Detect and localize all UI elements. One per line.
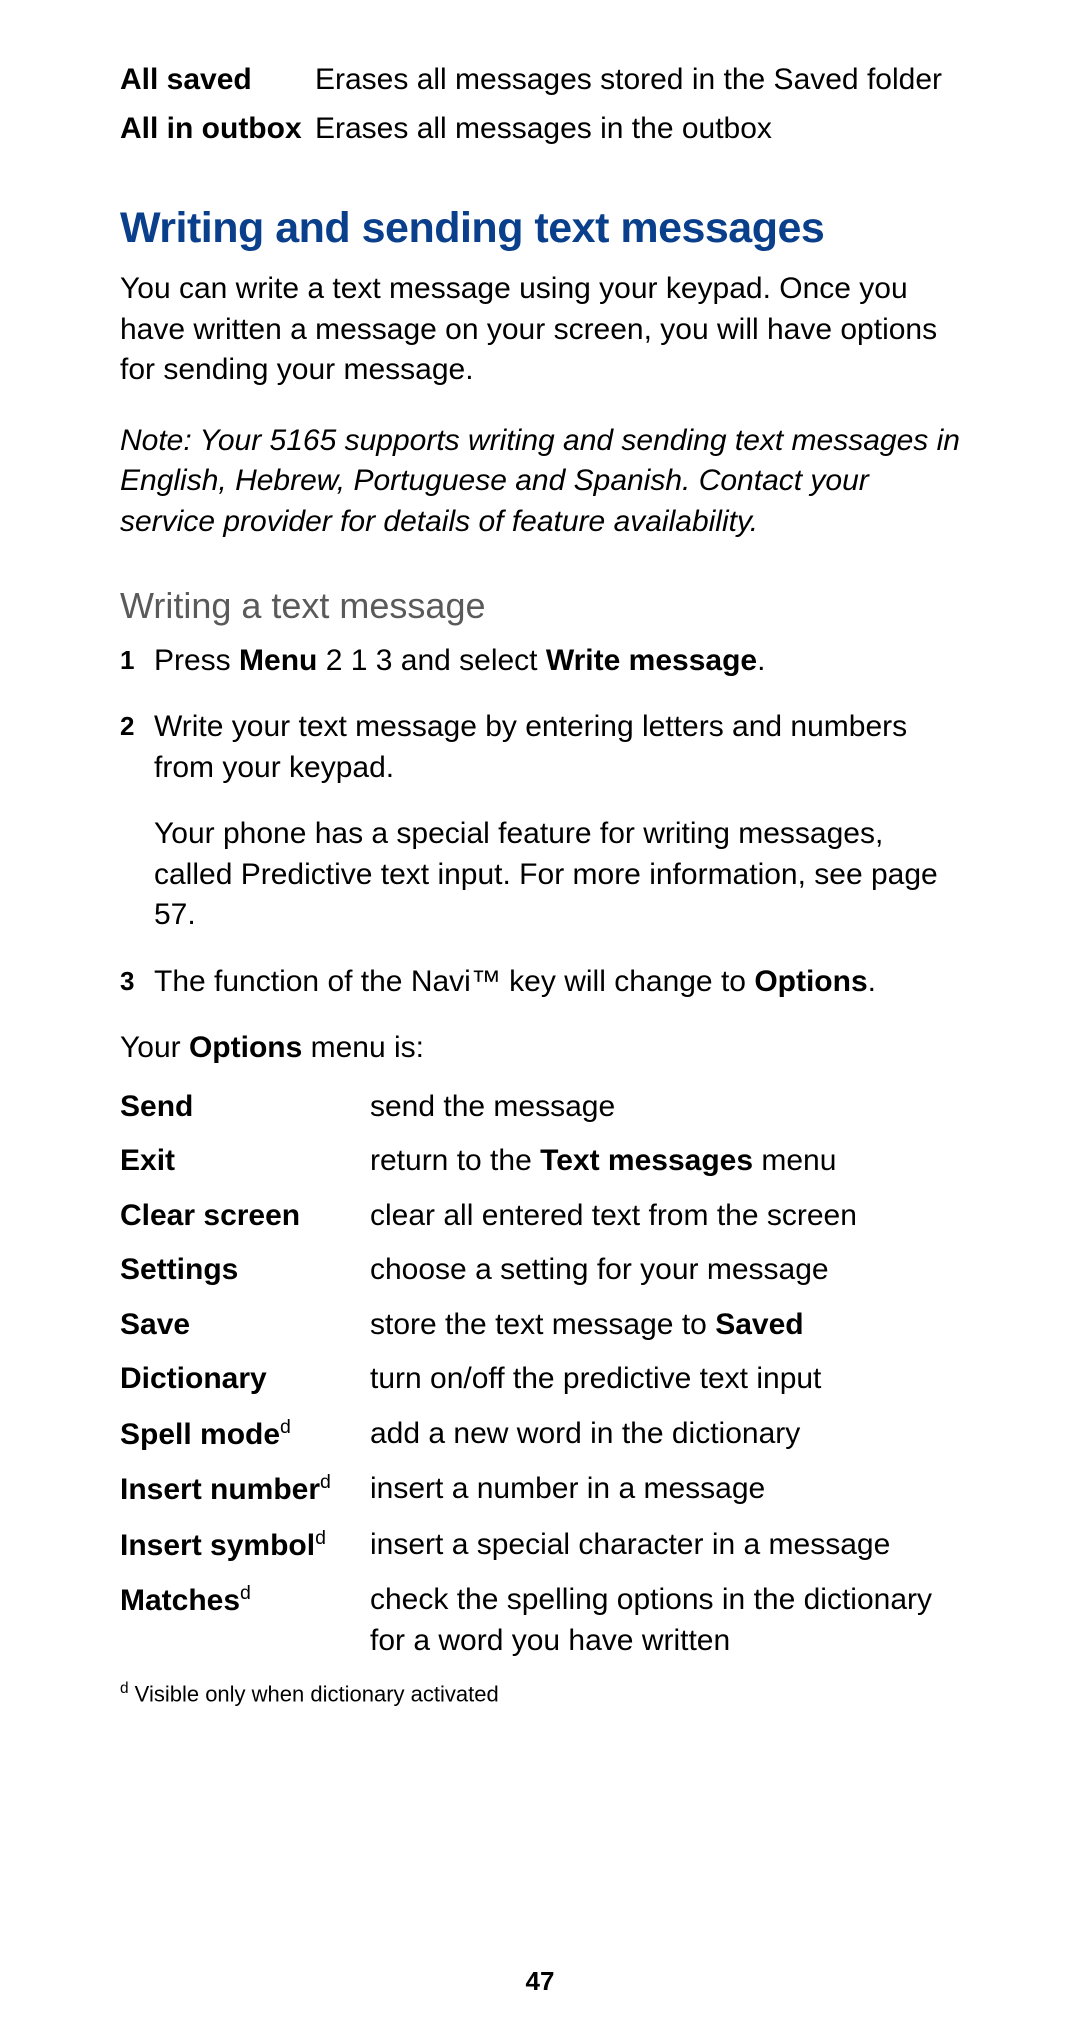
text: menu is: xyxy=(302,1031,424,1064)
bold-text: Options xyxy=(754,965,867,998)
option-row: Insert symboldinsert a special character… xyxy=(120,1525,970,1567)
subsection-heading: Writing a text message xyxy=(120,582,970,631)
option-desc: choose a setting for your message xyxy=(370,1250,970,1291)
bold-text: Text messages xyxy=(540,1144,753,1177)
text: insert a number in a message xyxy=(370,1472,765,1505)
step-2: 2 Write your text message by entering le… xyxy=(120,707,970,936)
option-row: Exit return to the Text messages menu xyxy=(120,1141,970,1182)
step-body: The function of the Navi™ key will chang… xyxy=(154,962,970,1003)
bold-text: Write message xyxy=(546,644,757,677)
section-heading: Writing and sending text messages xyxy=(120,199,970,257)
option-row: Matchesdcheck the spelling options in th… xyxy=(120,1580,970,1661)
text: return to the xyxy=(370,1144,540,1177)
step-body: Write your text message by entering lett… xyxy=(154,707,970,936)
option-desc: clear all entered text from the screen xyxy=(370,1196,970,1237)
text: Settings xyxy=(120,1253,238,1286)
option-desc: return to the Text messages menu xyxy=(370,1141,970,1182)
text: Send xyxy=(120,1090,193,1123)
text: Matches xyxy=(120,1584,240,1617)
option-desc: insert a number in a message xyxy=(370,1469,970,1510)
text: Clear screen xyxy=(120,1199,300,1232)
option-desc: turn on/off the predictive text input xyxy=(370,1359,970,1400)
option-desc: add a new word in the dictionary xyxy=(370,1414,970,1455)
option-label: Exit xyxy=(120,1141,370,1182)
text: Insert number xyxy=(120,1473,320,1506)
footnote: d Visible only when dictionary activated xyxy=(120,1679,970,1709)
option-label: Save xyxy=(120,1305,370,1346)
text: Press xyxy=(154,644,239,677)
option-row: Dictionary turn on/off the predictive tex… xyxy=(120,1359,970,1400)
top-desc: Erases all messages in the outbox xyxy=(315,109,970,150)
option-row: Spell modedadd a new word in the diction… xyxy=(120,1414,970,1456)
text: Insert symbol xyxy=(120,1529,315,1562)
text: insert a special character in a message xyxy=(370,1528,890,1561)
page-number: 47 xyxy=(0,1964,1080,1999)
option-row: Settings choose a setting for your messag… xyxy=(120,1250,970,1291)
text: 2 1 3 and select xyxy=(317,644,546,677)
intro-paragraph: You can write a text message using your … xyxy=(120,269,970,391)
step-number: 3 xyxy=(120,962,154,1003)
text: . xyxy=(868,965,876,998)
text: choose a setting for your message xyxy=(370,1253,829,1286)
option-desc: store the text message to Saved xyxy=(370,1305,970,1346)
option-desc: insert a special character in a message xyxy=(370,1525,970,1566)
text: Write your text message by entering lett… xyxy=(154,707,970,788)
option-label: Matchesd xyxy=(120,1580,370,1622)
text: check the spelling options in the dictio… xyxy=(370,1583,932,1657)
text: Dictionary xyxy=(120,1362,267,1395)
footnote-marker: d xyxy=(315,1527,326,1549)
text: Your phone has a special feature for wri… xyxy=(154,814,970,936)
top-label: All in outbox xyxy=(120,109,315,150)
note-paragraph: Note: Your 5165 supports writing and sen… xyxy=(120,421,970,543)
text: Save xyxy=(120,1308,190,1341)
text: The function of the Navi™ key will chang… xyxy=(154,965,754,998)
text: add a new word in the dictionary xyxy=(370,1417,800,1450)
footnote-text: Visible only when dictionary activated xyxy=(129,1681,499,1706)
text: store the text message to xyxy=(370,1308,715,1341)
footnote-marker: d xyxy=(280,1416,291,1438)
step-number: 1 xyxy=(120,641,154,682)
options-lead: Your Options menu is: xyxy=(120,1028,970,1069)
option-row: Send send the message xyxy=(120,1087,970,1128)
text: menu xyxy=(753,1144,836,1177)
bold-text: Options xyxy=(189,1031,302,1064)
option-label: Clear screen xyxy=(120,1196,370,1237)
bold-text: Saved xyxy=(715,1308,803,1341)
footnote-marker: d xyxy=(240,1582,251,1604)
text: clear all entered text from the screen xyxy=(370,1199,857,1232)
options-table: Send send the message Exit return to the Te… xyxy=(120,1087,970,1662)
step-3: 3 The function of the Navi™ key will cha… xyxy=(120,962,970,1003)
step-number: 2 xyxy=(120,707,154,936)
text: send the message xyxy=(370,1090,615,1123)
option-label: Send xyxy=(120,1087,370,1128)
top-label: All saved xyxy=(120,60,315,101)
footnote-marker: d xyxy=(320,1471,331,1493)
footnote-marker: d xyxy=(120,1680,129,1697)
option-label: Spell moded xyxy=(120,1414,370,1456)
text: Exit xyxy=(120,1144,175,1177)
option-row: Clear screen clear all entered text from … xyxy=(120,1196,970,1237)
option-label: Settings xyxy=(120,1250,370,1291)
top-row: All saved Erases all messages stored in … xyxy=(120,60,970,101)
option-row: Insert numberdinsert a number in a messa… xyxy=(120,1469,970,1511)
option-desc: check the spelling options in the dictio… xyxy=(370,1580,970,1661)
text: Spell mode xyxy=(120,1418,280,1451)
text: . xyxy=(757,644,765,677)
top-row: All in outbox Erases all messages in the… xyxy=(120,109,970,150)
option-row: Save store the text message to Saved xyxy=(120,1305,970,1346)
top-definitions: All saved Erases all messages stored in … xyxy=(120,60,970,149)
text: Your xyxy=(120,1031,189,1064)
top-desc: Erases all messages stored in the Saved … xyxy=(315,60,970,101)
option-label: Insert numberd xyxy=(120,1469,370,1511)
text: turn on/off the predictive text input xyxy=(370,1362,821,1395)
option-label: Insert symbold xyxy=(120,1525,370,1567)
bold-text: Menu xyxy=(239,644,317,677)
option-desc: send the message xyxy=(370,1087,970,1128)
option-label: Dictionary xyxy=(120,1359,370,1400)
step-body: Press Menu 2 1 3 and select Write messag… xyxy=(154,641,970,682)
step-1: 1 Press Menu 2 1 3 and select Write mess… xyxy=(120,641,970,682)
